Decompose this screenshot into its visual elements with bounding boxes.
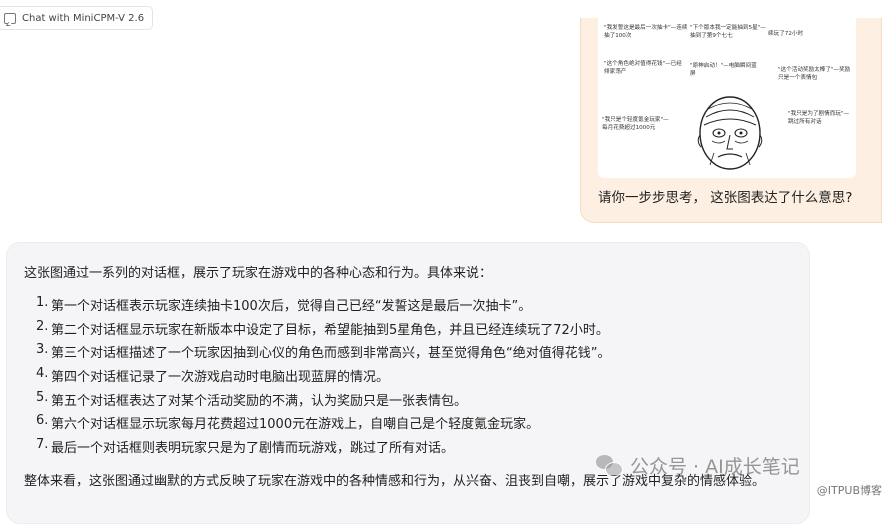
list-item: 7. 最后一个对话框则表明玩家只是为了剧情而玩游戏，跳过了所有对话。 (36, 437, 455, 457)
meme-image: "我发誓这是最后一次抽卡"—连续抽了100次 "下个版本我一定能抽到5星"—抽到… (598, 18, 856, 178)
meme-caption: "我只是个轻度氪金玩家"—每月花费超过1000元 (602, 117, 669, 131)
wojak-face-drawing (697, 96, 763, 170)
site-watermark: @ITPUB博客 (814, 482, 884, 498)
list-item: 6. 第六个对话框显示玩家每月花费超过1000元在游戏上，自嘲自己是个轻度氪金玩家… (36, 413, 540, 433)
list-item: 4. 第四个对话框记录了一次游戏启动时电脑出现蓝屏的情况。 (36, 366, 390, 386)
user-question-text: 请你一步步思考， 这张图表达了什么意思? (598, 190, 853, 206)
meme-caption: 续玩了72小时 (768, 31, 804, 37)
app-title: Chat with MiniCPM-V 2.6 (22, 12, 145, 24)
wechat-watermark: 公众号 · AI成长笔记 (596, 452, 800, 479)
meme-caption: "我发誓这是最后一次抽卡"—连续抽了100次 (604, 25, 688, 39)
list-item: 1. 第一个对话框表示玩家连续抽卡100次后，觉得自己已经“发誓这是最后一次抽卡”… (36, 295, 532, 314)
wechat-icon (596, 454, 623, 477)
list-item: 3. 第三个对话框描述了一个玩家因抽到心仪的角色而感到非常高兴，甚至觉得角色“绝对… (36, 342, 611, 362)
chat-icon (4, 12, 16, 24)
list-item: 5. 第五个对话框表达了对某个活动奖励的不满，认为奖励只是一张表情包。 (36, 389, 468, 409)
app-title-tab[interactable]: Chat with MiniCPM-V 2.6 (0, 6, 154, 30)
response-steps-list: 1. 第一个对话框表示玩家连续抽卡100次后，觉得自己已经“发誓这是最后一次抽卡”… (36, 295, 610, 461)
meme-caption: "我只是为了剧情而玩"—跳过所有对话 (788, 111, 850, 125)
list-item: 2. 第二个对话框显示玩家在新版本中设定了目标，希望能抽到5星角色，并且已经连续玩… (36, 318, 609, 338)
meme-caption: "这个活动奖励太棒了"—奖励只是一个表情包 (778, 67, 851, 81)
wechat-watermark-text: 公众号 · AI成长笔记 (630, 456, 800, 478)
meme-caption: "这个角色绝对值得花钱"—已经倾家荡产 (604, 61, 682, 75)
meme-caption: "原神启动！"—电脑瞬间蓝屏 (690, 63, 757, 77)
response-intro: 这张图通过一系列的对话框，展示了玩家在游戏中的各种心态和行为。具体来说： (24, 266, 493, 281)
meme-caption: "下个版本我一定能抽到5星"—抽到了第9个七七 (690, 25, 766, 39)
